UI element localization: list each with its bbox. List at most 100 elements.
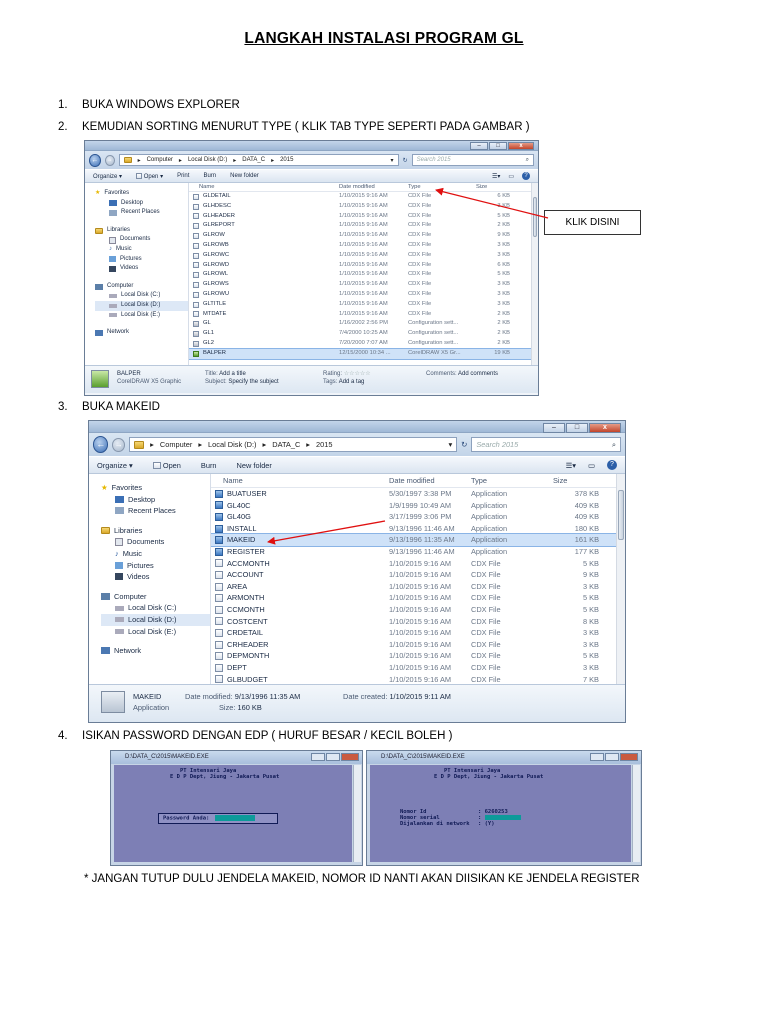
nav-local-disk-d[interactable]: Local Disk (D:) [101,613,210,626]
file-row[interactable]: COSTCENT 1/10/2015 9:16 AM CDX File 8 KB [211,616,625,628]
open-button[interactable]: Open ▾ [136,172,163,180]
nav-pictures[interactable]: Pictures [101,560,210,572]
nav-local-disk-d[interactable]: Local Disk (D:) [95,300,188,311]
file-row[interactable]: DEPT 1/10/2015 9:16 AM CDX File 3 KB [211,662,625,674]
file-row[interactable]: MAKEID 9/13/1996 11:35 AM Application 161 K… [211,533,625,547]
vertical-scrollbar[interactable] [632,765,640,862]
column-date-modified[interactable]: Date modified [339,183,408,191]
password-input[interactable] [215,815,256,821]
nav-recent-places[interactable]: Recent Places [101,505,210,517]
file-row[interactable]: AREA 1/10/2015 9:16 AM CDX File 3 KB [211,581,625,593]
file-row[interactable]: GLROW 1/10/2015 9:16 AM CDX File 9 KB [189,231,538,241]
forward-button[interactable]: → [104,154,115,166]
rating-stars[interactable]: ☆☆☆☆☆ [344,371,371,377]
organize-button[interactable]: Organize ▾ [97,461,133,470]
nav-network[interactable]: Network [101,645,210,657]
file-row[interactable]: MTDATE 1/10/2015 9:16 AM CDX File 2 KB [189,310,538,320]
help-icon[interactable]: ? [522,172,530,180]
nav-documents[interactable]: Documents [95,235,188,245]
minimize-button[interactable] [590,753,604,761]
back-button[interactable]: ← [89,153,101,167]
column-size[interactable]: Size [476,183,516,191]
maximize-button[interactable]: □ [489,142,507,150]
nav-network[interactable]: Network [95,328,188,338]
address-bar[interactable]: ▸ Computer ▸ Local Disk (D:) ▸ DATA_C ▸ 2015 ▾ [129,437,458,452]
forward-button[interactable]: → [112,437,126,452]
nav-libraries[interactable]: Libraries [95,226,188,236]
file-row[interactable]: DEPMONTH 1/10/2015 9:16 AM CDX File 5 KB [211,650,625,662]
search-input[interactable]: Search 2015 ⌕ [471,437,621,452]
vertical-scrollbar[interactable] [531,183,538,365]
file-row[interactable]: CRHEADER 1/10/2015 9:16 AM CDX File 3 KB [211,639,625,651]
preview-pane-icon[interactable]: ▭ [508,173,514,180]
nav-documents[interactable]: Documents [101,536,210,548]
burn-button[interactable]: Burn [201,461,217,470]
file-row[interactable]: GLHDESC 1/10/2015 9:16 AM CDX File 3 KB [189,202,538,212]
maximize-button[interactable] [605,753,619,761]
close-button[interactable]: x [508,142,534,150]
file-row[interactable]: GLROWC 1/10/2015 9:16 AM CDX File 3 KB [189,251,538,261]
file-row[interactable]: GL2 7/20/2000 7:07 AM Configuration sett..… [189,339,538,349]
nav-pictures[interactable]: Pictures [95,255,188,265]
file-row[interactable]: INSTALL 9/13/1996 11:46 AM Application 180 … [211,523,625,535]
nav-music[interactable]: ♪ Music [101,548,210,560]
file-row[interactable]: GL40G 3/17/1999 3:06 PM Application 409 KB [211,511,625,523]
file-row[interactable]: GLREPORT 1/10/2015 9:16 AM CDX File 2 KB [189,221,538,231]
minimize-button[interactable]: – [470,142,488,150]
file-row[interactable]: GLTITLE 1/10/2015 9:16 AM CDX File 3 KB [189,300,538,310]
dropdown-icon[interactable]: ▾ [448,440,452,449]
search-input[interactable]: Search 2015 ⌕ [411,154,534,166]
vertical-scrollbar[interactable] [616,474,625,684]
nav-libraries[interactable]: Libraries [101,525,210,537]
burn-button[interactable]: Burn [203,173,216,179]
back-button[interactable]: ← [93,436,109,453]
nav-desktop[interactable]: Desktop [95,199,188,209]
column-name[interactable]: Name [211,474,389,487]
nav-recent-places[interactable]: Recent Places [95,208,188,218]
column-date-modified[interactable]: Date modified [389,474,471,487]
new-folder-button[interactable]: New folder [230,173,259,179]
view-options-icon[interactable]: ☰▾ [566,461,576,470]
nav-computer[interactable]: Computer [95,282,188,292]
dropdown-icon[interactable]: ▾ [391,157,394,164]
nav-favorites[interactable]: ★ Favorites [101,482,210,494]
close-button[interactable]: x [589,423,621,433]
column-size[interactable]: Size [553,474,605,487]
file-row[interactable]: BALPER 12/15/2000 10:34 ... CorelDRAW X5 G… [189,347,538,360]
close-button[interactable] [620,753,638,761]
comments-field[interactable]: Add comments [458,371,498,377]
nav-videos[interactable]: Videos [101,571,210,583]
nav-favorites[interactable]: ★ Favorites [95,189,188,199]
file-row[interactable]: GLROWB 1/10/2015 9:16 AM CDX File 3 KB [189,241,538,251]
file-row[interactable]: ARMONTH 1/10/2015 9:16 AM CDX File 5 KB [211,592,625,604]
nav-local-disk-c[interactable]: Local Disk (C:) [95,291,188,301]
address-bar[interactable]: ▸ Computer ▸ Local Disk (D:) ▸ DATA_C ▸ 2015 ▾ [118,154,399,166]
vertical-scrollbar[interactable] [353,765,361,862]
preview-pane-icon[interactable]: ▭ [588,461,595,470]
nav-music[interactable]: ♪ Music [95,245,188,255]
column-name[interactable]: Name [189,183,339,191]
view-options-icon[interactable]: ☰▾ [492,173,500,180]
organize-button[interactable]: Organize ▾ [93,173,122,180]
refresh-icon[interactable]: ↻ [461,440,467,449]
file-row[interactable]: GLROWS 1/10/2015 9:16 AM CDX File 3 KB [189,280,538,290]
file-row[interactable]: REGISTER 9/13/1996 11:46 AM Application 177… [211,546,625,558]
close-button[interactable] [341,753,359,761]
minimize-button[interactable]: – [543,423,565,433]
file-row[interactable]: BUATUSER 5/30/1997 3:38 PM Application 378 … [211,488,625,500]
nav-local-disk-e[interactable]: Local Disk (E:) [101,626,210,638]
nav-local-disk-e[interactable]: Local Disk (E:) [95,311,188,321]
refresh-icon[interactable]: ↻ [403,157,408,164]
nav-computer[interactable]: Computer [101,591,210,603]
new-folder-button[interactable]: New folder [237,461,272,470]
column-type[interactable]: Type [408,183,476,191]
nav-videos[interactable]: Videos [95,264,188,274]
maximize-button[interactable] [326,753,340,761]
file-row[interactable]: ACCOUNT 1/10/2015 9:16 AM CDX File 9 KB [211,569,625,581]
nav-local-disk-c[interactable]: Local Disk (C:) [101,602,210,614]
subject-field[interactable]: Specify the subject [228,379,278,385]
file-row[interactable]: GL40C 1/9/1999 10:49 AM Application 409 KB [211,500,625,512]
maximize-button[interactable]: □ [566,423,588,433]
file-row[interactable]: GLDETAIL 1/10/2015 9:16 AM CDX File 6 KB [189,192,538,202]
file-row[interactable]: GLHEADER 1/10/2015 9:16 AM CDX File 5 KB [189,212,538,222]
